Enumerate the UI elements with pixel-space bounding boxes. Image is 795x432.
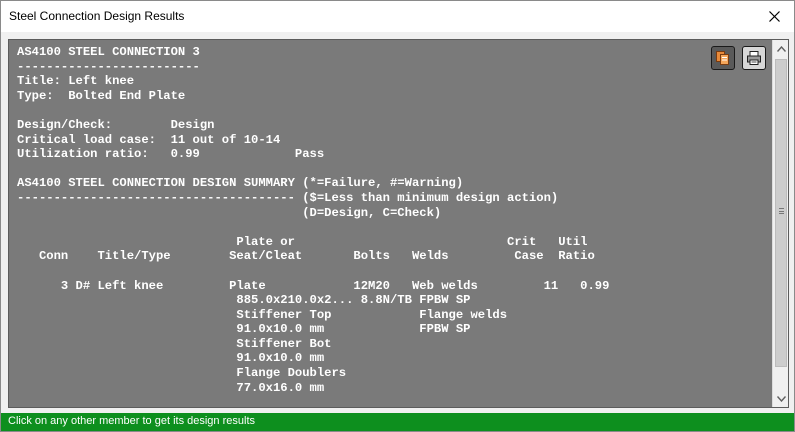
report-text-area[interactable]: AS4100 STEEL CONNECTION 3 --------------… — [17, 45, 757, 405]
window-title: Steel Connection Design Results — [9, 9, 185, 23]
chevron-down-icon — [777, 395, 786, 402]
copy-icon — [716, 51, 729, 65]
report-line: Stiffener Bot — [17, 336, 332, 351]
report-line: Conn Title/Type Seat/Cleat Bolts Welds C… — [17, 249, 595, 264]
scroll-up-button[interactable] — [773, 40, 788, 57]
report-line: 91.0x10.0 mm FPBW SP — [17, 322, 471, 337]
report-line: 885.0x210.0x2... 8.8N/TB FPBW SP — [17, 293, 471, 308]
report-line: Plate or Crit Util — [17, 234, 588, 249]
chevron-up-icon — [777, 45, 786, 52]
report-line: 77.0x16.0 mm — [17, 380, 325, 395]
report-line: Design/Check: Design — [17, 117, 215, 132]
scroll-down-button[interactable] — [773, 390, 788, 407]
scroll-grip-icon — [779, 208, 784, 214]
results-panel: AS4100 STEEL CONNECTION 3 --------------… — [8, 39, 789, 408]
report-line: ------------------------- — [17, 59, 200, 74]
report-line: Critical load case: 11 out of 10-14 — [17, 132, 281, 147]
status-bar: Click on any other member to get its des… — [1, 413, 794, 431]
close-button[interactable] — [754, 1, 794, 32]
title-bar: Steel Connection Design Results — [1, 1, 794, 32]
report-line: Stiffener Top Flange welds — [17, 307, 508, 322]
report-line: 3 D# Left knee Plate 12M20 Web welds 11 … — [17, 278, 610, 293]
report-line: Title: Left knee — [17, 74, 135, 89]
report-line: 91.0x10.0 mm — [17, 351, 325, 366]
close-icon — [768, 11, 780, 22]
status-text: Click on any other member to get its des… — [8, 415, 256, 427]
report-line: AS4100 STEEL CONNECTION 3 — [17, 45, 200, 59]
results-window: Steel Connection Design Results AS4100 S… — [0, 0, 795, 432]
report-line: (D=Design, C=Check) — [17, 205, 442, 220]
report-line: Flange Doublers — [17, 366, 347, 381]
report-line: AS4100 STEEL CONNECTION DESIGN SUMMARY (… — [17, 176, 464, 191]
report-text: AS4100 STEEL CONNECTION 3 --------------… — [17, 45, 757, 395]
report-line: Type: Bolted End Plate — [17, 88, 186, 103]
vertical-scrollbar[interactable] — [772, 40, 788, 407]
print-button[interactable] — [742, 46, 766, 70]
copy-button[interactable] — [711, 46, 735, 70]
report-line: Utilization ratio: 0.99 Pass — [17, 147, 325, 162]
report-line: -------------------------------------- (… — [17, 190, 559, 205]
scroll-thumb[interactable] — [775, 59, 787, 367]
print-icon — [747, 51, 761, 65]
